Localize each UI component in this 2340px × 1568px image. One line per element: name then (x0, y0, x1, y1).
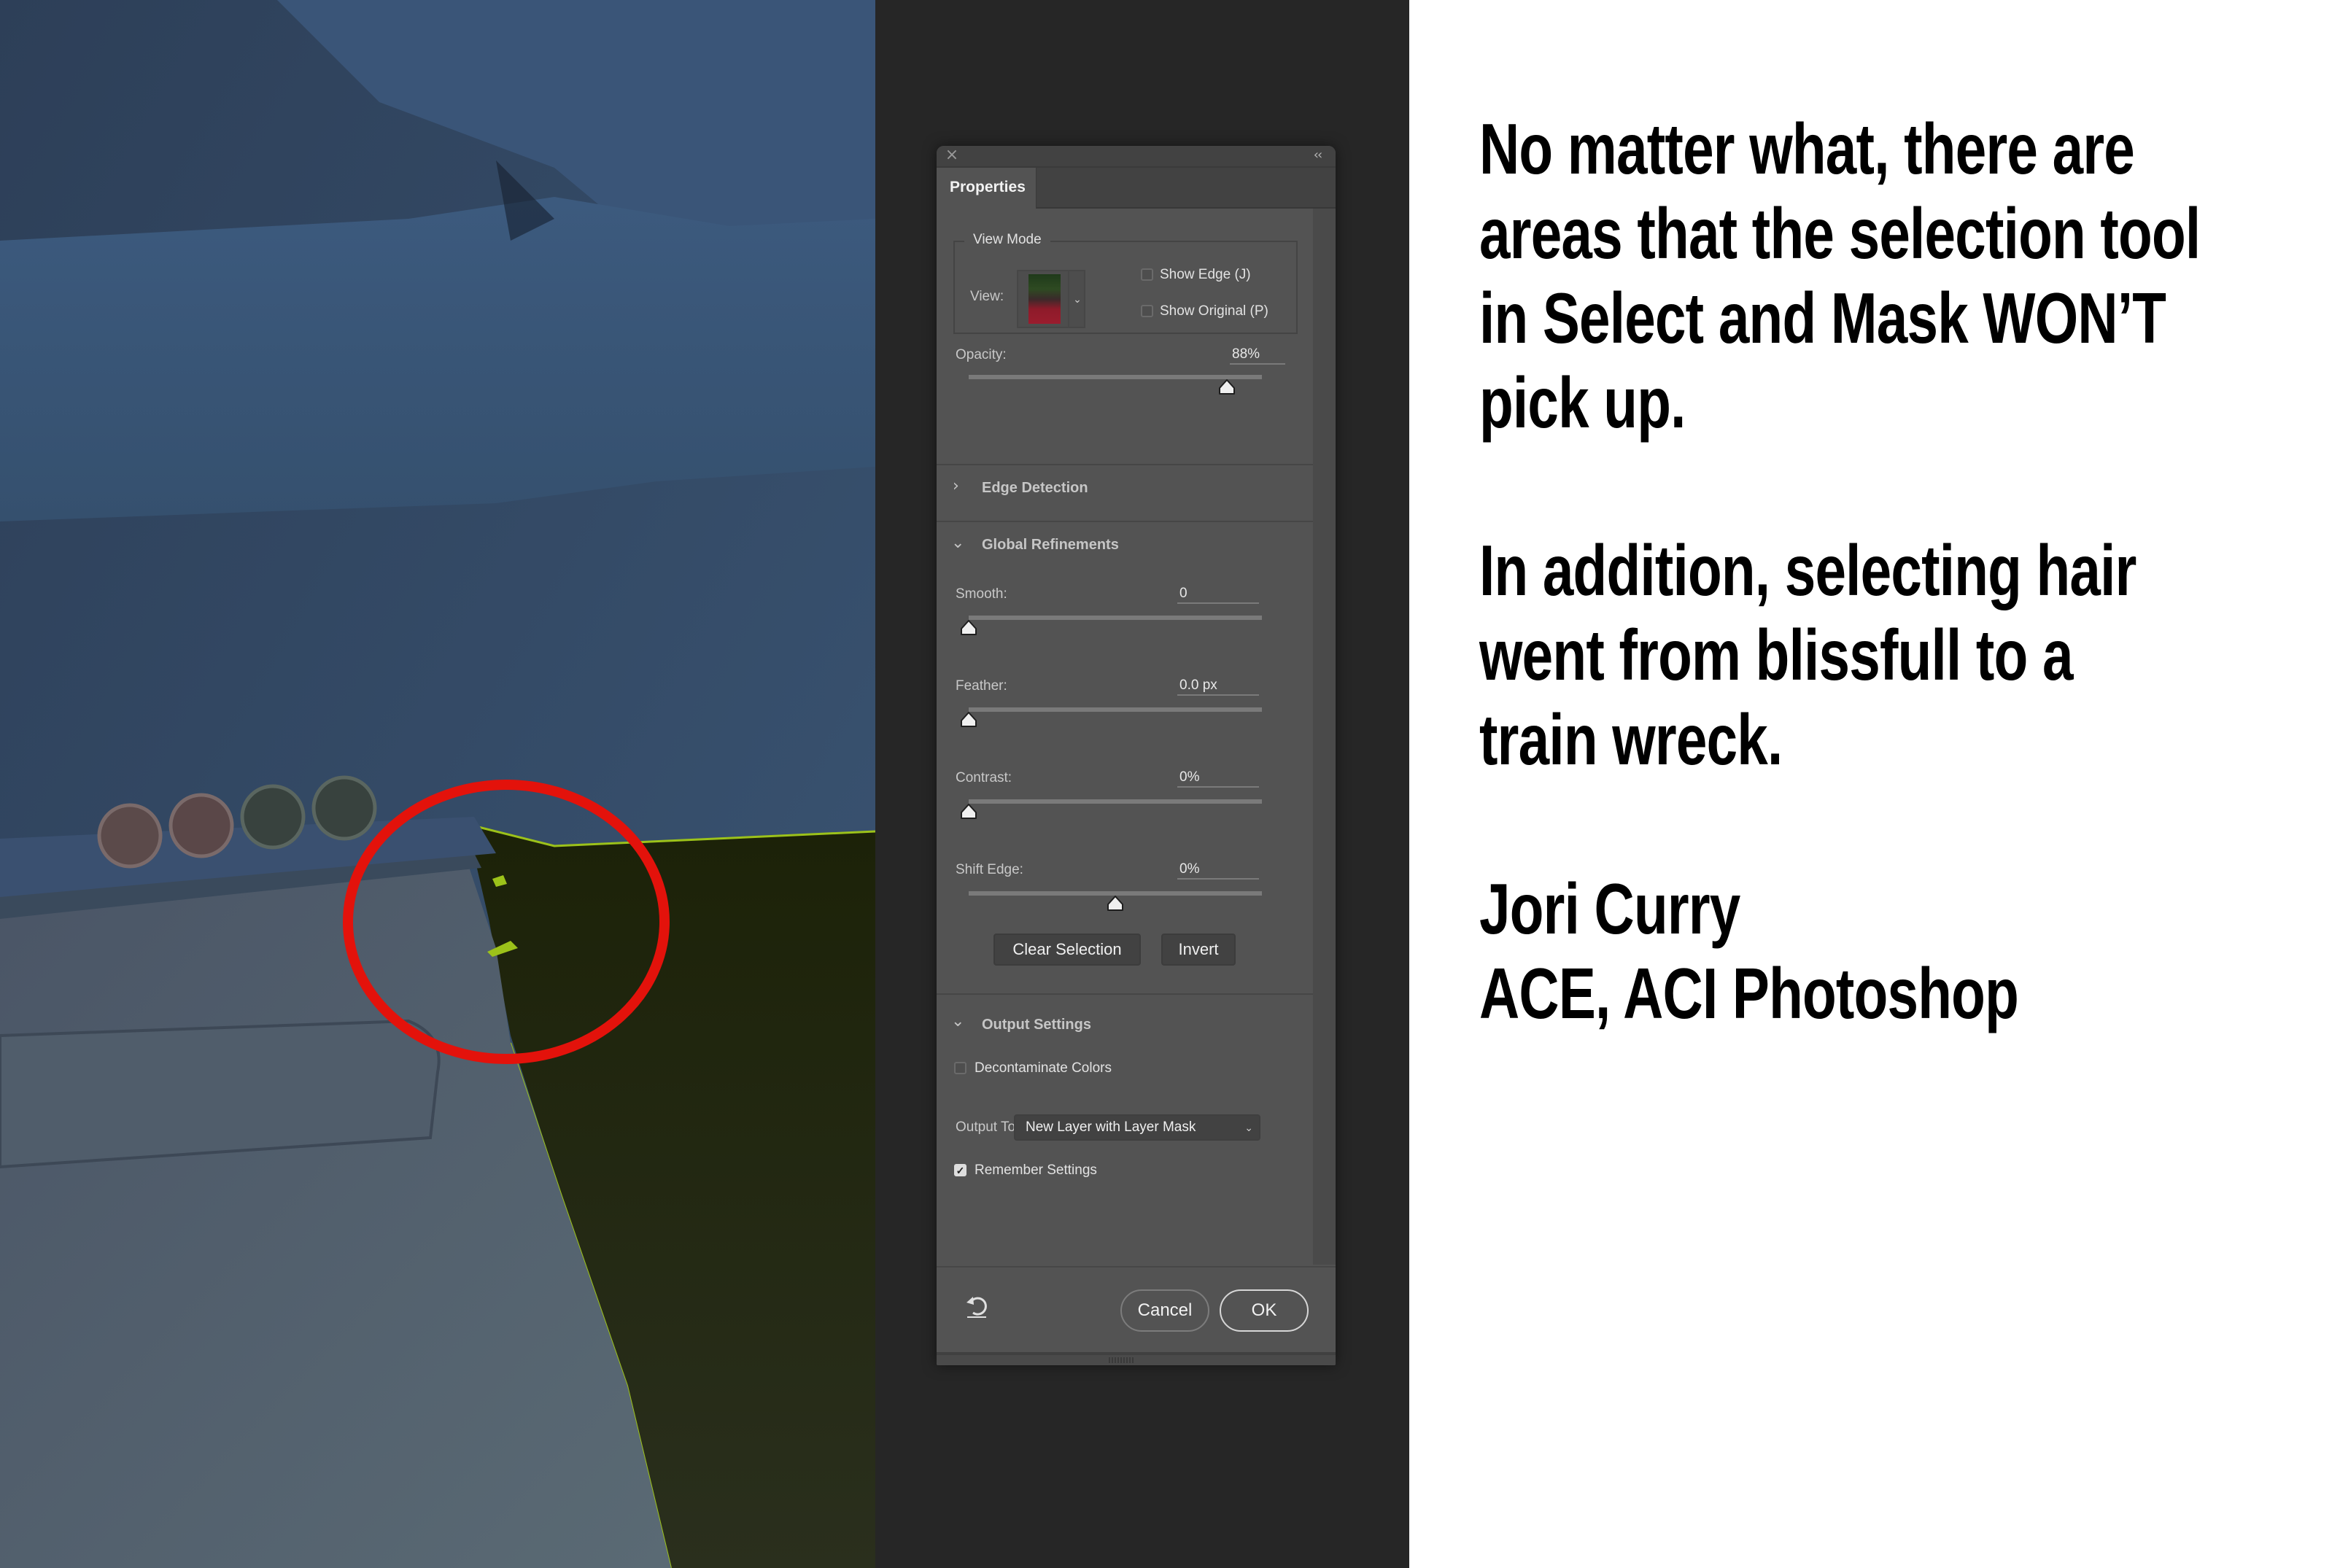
cancel-button[interactable]: Cancel (1120, 1289, 1209, 1332)
feather-slider-thumb[interactable] (961, 712, 977, 728)
collapse-panel-icon[interactable]: ‹‹ (1308, 147, 1327, 164)
divider (937, 521, 1313, 522)
smooth-slider-thumb[interactable] (961, 620, 977, 636)
chevron-down-icon[interactable]: ⌄ (951, 1012, 964, 1031)
contrast-value-field[interactable]: 0% (1177, 769, 1259, 788)
text-line: areas that the selection tool (1479, 193, 2201, 273)
photo-canvas[interactable] (0, 0, 875, 1568)
properties-panel: × ‹‹ Properties View Mode View: ⌄ Show E… (937, 146, 1336, 1365)
panel-resize-bar[interactable] (937, 1352, 1336, 1365)
author-credentials: ACE, ACI Photoshop (1479, 953, 2019, 1033)
text-line: No matter what, there are (1479, 109, 2135, 189)
slide-paragraph-2: In addition, selecting hair went from bl… (1479, 528, 2136, 782)
output-to-label: Output To: (956, 1119, 1020, 1135)
feather-label: Feather: (956, 678, 1007, 694)
text-line: train wreck. (1479, 699, 1783, 780)
opacity-value-field[interactable]: 88% (1230, 346, 1285, 365)
show-original-label: Show Original (P) (1160, 303, 1268, 319)
view-mode-group (953, 241, 1298, 334)
panel-titlebar[interactable]: × ‹‹ (937, 146, 1336, 168)
photo-image (0, 0, 875, 1568)
shift-edge-value-field[interactable]: 0% (1177, 861, 1259, 880)
text-line: In addition, selecting hair (1479, 530, 2136, 610)
view-thumbnail (1028, 274, 1061, 324)
smooth-label: Smooth: (956, 586, 1007, 602)
close-icon[interactable]: × (944, 147, 960, 164)
shift-edge-slider-thumb[interactable] (1107, 896, 1123, 912)
show-edge-label: Show Edge (J) (1160, 267, 1251, 282)
view-mode-selector[interactable]: ⌄ (1017, 270, 1085, 328)
output-to-select[interactable]: New Layer with Layer Mask ⌄ (1014, 1114, 1260, 1141)
reset-icon[interactable] (964, 1294, 991, 1320)
text-line: pick up. (1479, 362, 1686, 443)
show-original-checkbox[interactable] (1141, 305, 1153, 317)
tab-properties[interactable]: Properties (937, 168, 1037, 209)
chevron-right-icon[interactable]: › (953, 477, 959, 495)
view-mode-title: View Mode (964, 232, 1050, 248)
contrast-slider-thumb[interactable] (961, 804, 977, 820)
panel-tab-bar: Properties (937, 168, 1336, 209)
view-label: View: (970, 289, 1004, 304)
ok-button[interactable]: OK (1220, 1289, 1309, 1332)
text-line: in Select and Mask WON’T (1479, 278, 2166, 358)
decontaminate-colors-label: Decontaminate Colors (975, 1060, 1112, 1076)
output-to-value: New Layer with Layer Mask (1026, 1119, 1196, 1135)
shift-edge-label: Shift Edge: (956, 862, 1023, 877)
remember-settings-checkbox[interactable]: ✓ (954, 1164, 966, 1176)
slide-author: Jori Curry ACE, ACI Photoshop (1479, 866, 2019, 1036)
smooth-slider-track[interactable] (969, 616, 1262, 620)
feather-slider-track[interactable] (969, 707, 1262, 712)
show-edge-checkbox[interactable] (1141, 268, 1153, 281)
section-output-settings[interactable]: Output Settings (982, 1017, 1091, 1033)
slide-paragraph-1: No matter what, there are areas that the… (1479, 106, 2201, 445)
chevron-down-icon: ⌄ (1244, 1122, 1253, 1133)
invert-button[interactable]: Invert (1161, 934, 1236, 966)
contrast-slider-track[interactable] (969, 799, 1262, 804)
section-edge-detection[interactable]: Edge Detection (982, 480, 1088, 497)
section-global-refinements[interactable]: Global Refinements (982, 537, 1119, 554)
text-line: went from blissfull to a (1479, 615, 2073, 695)
remember-settings-label: Remember Settings (975, 1163, 1097, 1178)
panel-footer: Cancel OK (937, 1266, 1336, 1352)
feather-value-field[interactable]: 0.0 px (1177, 677, 1259, 696)
smooth-value-field[interactable]: 0 (1177, 585, 1259, 604)
chevron-down-icon[interactable]: ⌄ (1068, 271, 1085, 327)
clear-selection-button[interactable]: Clear Selection (993, 934, 1141, 966)
opacity-slider-thumb[interactable] (1218, 379, 1235, 395)
opacity-slider-track[interactable] (969, 375, 1262, 379)
chevron-down-icon[interactable]: ⌄ (951, 534, 964, 552)
resize-grip-icon[interactable] (1109, 1357, 1134, 1363)
opacity-label: Opacity: (956, 347, 1007, 362)
divider (937, 993, 1313, 995)
author-name: Jori Curry (1479, 869, 1740, 949)
panel-scrollbar[interactable] (1313, 209, 1336, 1265)
divider (937, 464, 1313, 465)
contrast-label: Contrast: (956, 770, 1012, 785)
decontaminate-colors-checkbox[interactable] (954, 1062, 966, 1074)
